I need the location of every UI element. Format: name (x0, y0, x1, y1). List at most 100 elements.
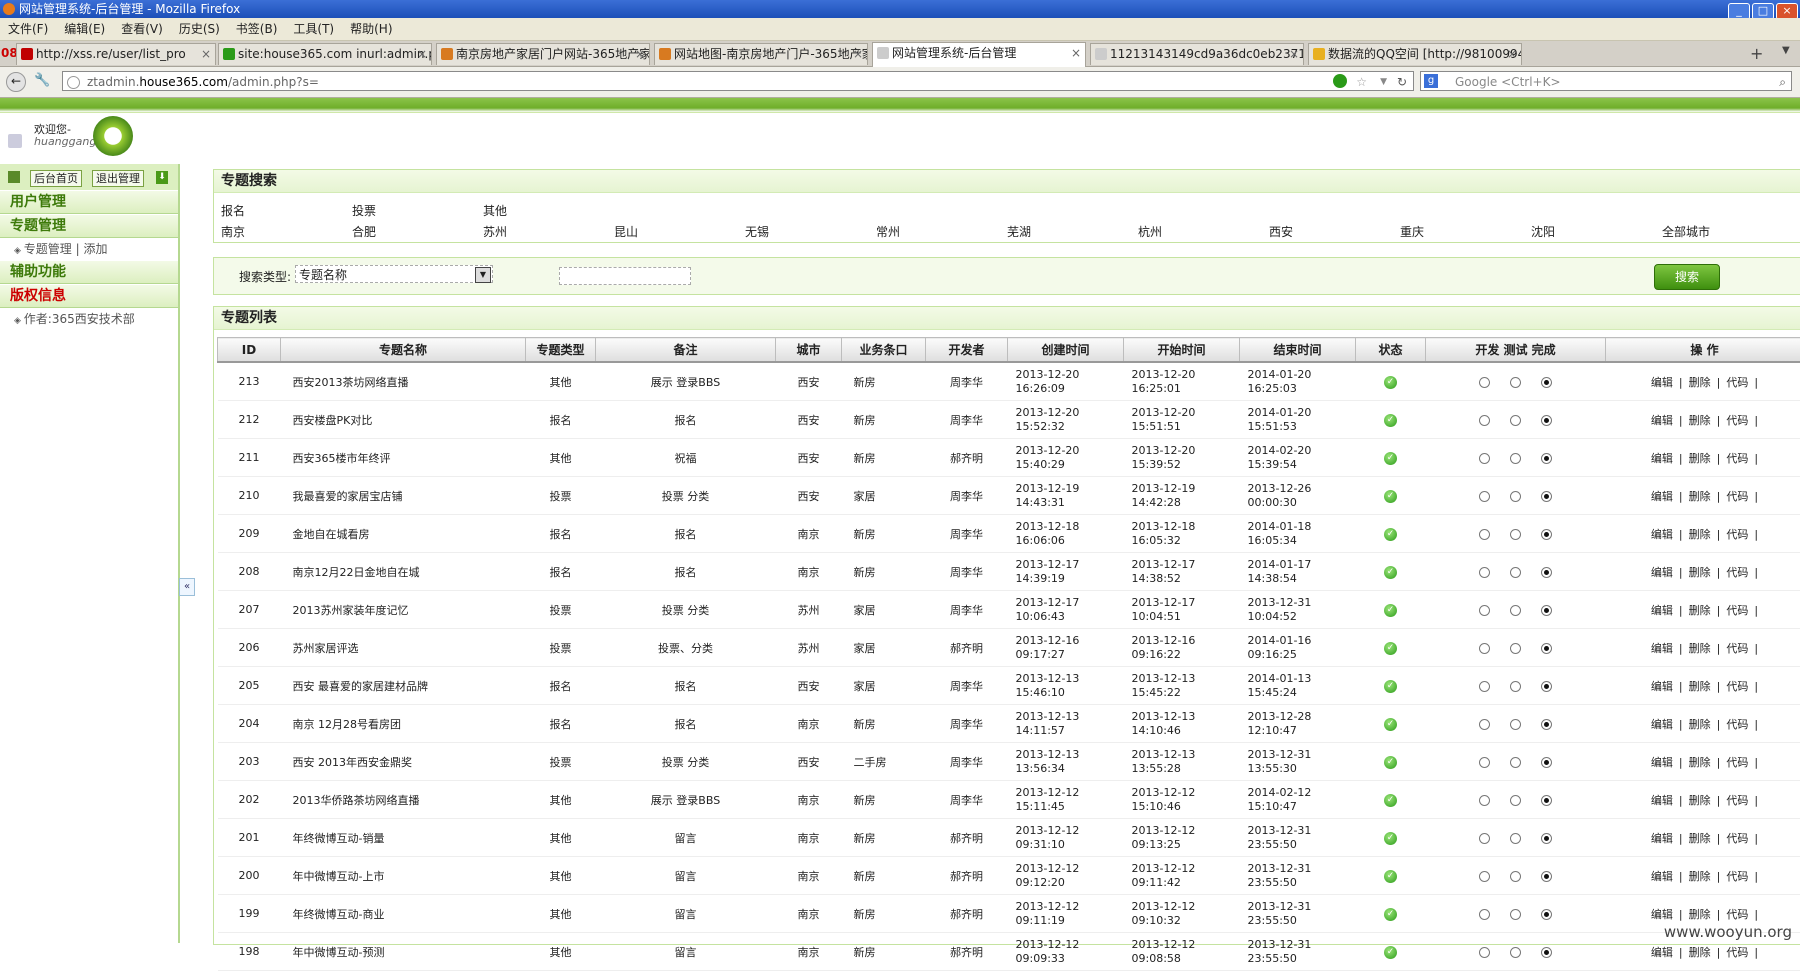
stage-dev-radio[interactable] (1479, 377, 1490, 388)
stage-done-radio[interactable] (1541, 909, 1552, 920)
search-city-link[interactable]: 沈阳 (1531, 222, 1555, 242)
sidebar-item[interactable]: ◈ 专题管理 | 添加 (0, 238, 178, 260)
search-keyword-input[interactable] (559, 267, 691, 285)
close-tab-icon[interactable]: × (417, 44, 427, 65)
search-city-link[interactable]: 西安 (1269, 222, 1293, 242)
edit-link[interactable]: 编辑 (1651, 756, 1673, 769)
delete-link[interactable]: 删除 (1689, 680, 1711, 693)
delete-link[interactable]: 删除 (1689, 794, 1711, 807)
stage-dev-radio[interactable] (1479, 567, 1490, 578)
edit-link[interactable]: 编辑 (1651, 908, 1673, 921)
code-link[interactable]: 代码 (1726, 680, 1748, 693)
stage-dev-radio[interactable] (1479, 909, 1490, 920)
new-tab-button[interactable]: + (1750, 44, 1763, 63)
dropdown-icon[interactable]: ▼ (1380, 72, 1387, 92)
stage-done-radio[interactable] (1541, 871, 1552, 882)
stage-done-radio[interactable] (1541, 643, 1552, 654)
go-icon[interactable] (1333, 74, 1347, 88)
chevron-down-icon[interactable]: ▼ (475, 267, 491, 283)
search-city-link[interactable]: 南京 (221, 222, 245, 242)
search-city-link[interactable]: 常州 (876, 222, 900, 242)
stage-test-radio[interactable] (1510, 909, 1521, 920)
delete-link[interactable]: 删除 (1689, 946, 1711, 959)
code-link[interactable]: 代码 (1726, 642, 1748, 655)
stage-test-radio[interactable] (1510, 415, 1521, 426)
search-icon[interactable]: ⌕ (1779, 72, 1786, 92)
stage-test-radio[interactable] (1510, 757, 1521, 768)
stage-dev-radio[interactable] (1479, 947, 1490, 958)
code-link[interactable]: 代码 (1726, 756, 1748, 769)
google-icon[interactable]: g (1424, 74, 1438, 88)
delete-link[interactable]: 删除 (1689, 642, 1711, 655)
stage-test-radio[interactable] (1510, 947, 1521, 958)
edit-link[interactable]: 编辑 (1651, 946, 1673, 959)
code-link[interactable]: 代码 (1726, 528, 1748, 541)
close-tab-icon[interactable]: × (853, 44, 863, 65)
sidebar-section-title[interactable]: 用户管理 (0, 190, 178, 214)
search-city-link[interactable]: 全部城市 (1662, 222, 1710, 242)
bookmark-star-icon[interactable]: ☆ (1356, 72, 1367, 92)
menu-item[interactable]: 帮助(H) (350, 22, 392, 36)
stage-test-radio[interactable] (1510, 795, 1521, 806)
delete-link[interactable]: 删除 (1689, 908, 1711, 921)
menu-item[interactable]: 历史(S) (179, 22, 220, 36)
stage-test-radio[interactable] (1510, 681, 1521, 692)
close-tab-icon[interactable]: × (635, 44, 645, 65)
tab-list-button[interactable]: ▼ (1782, 45, 1790, 56)
search-city-link[interactable]: 合肥 (352, 222, 376, 242)
stage-dev-radio[interactable] (1479, 453, 1490, 464)
stage-dev-radio[interactable] (1479, 871, 1490, 882)
reload-icon[interactable]: ↻ (1397, 72, 1407, 92)
code-link[interactable]: 代码 (1726, 718, 1748, 731)
tab[interactable]: http://xss.re/user/list_pro× (16, 43, 216, 65)
tab[interactable]: 11213143149cd9a36dc0eb237193...× (1090, 43, 1304, 65)
stage-done-radio[interactable] (1541, 453, 1552, 464)
stage-test-radio[interactable] (1510, 643, 1521, 654)
stage-dev-radio[interactable] (1479, 529, 1490, 540)
stage-test-radio[interactable] (1510, 453, 1521, 464)
stage-done-radio[interactable] (1541, 757, 1552, 768)
stage-done-radio[interactable] (1541, 795, 1552, 806)
stage-dev-radio[interactable] (1479, 719, 1490, 730)
search-city-link[interactable]: 无锡 (745, 222, 769, 242)
stage-done-radio[interactable] (1541, 491, 1552, 502)
sidebar-section-title[interactable]: 版权信息 (0, 284, 178, 308)
stage-done-radio[interactable] (1541, 605, 1552, 616)
tab[interactable]: site:house365.com inurl:admin.php...× (218, 43, 432, 65)
search-city-link[interactable]: 杭州 (1138, 222, 1162, 242)
stage-dev-radio[interactable] (1479, 415, 1490, 426)
stage-dev-radio[interactable] (1479, 795, 1490, 806)
search-city-link[interactable]: 昆山 (614, 222, 638, 242)
menu-item[interactable]: 查看(V) (121, 22, 163, 36)
delete-link[interactable]: 删除 (1689, 832, 1711, 845)
stage-test-radio[interactable] (1510, 833, 1521, 844)
stage-dev-radio[interactable] (1479, 681, 1490, 692)
edit-link[interactable]: 编辑 (1651, 870, 1673, 883)
edit-link[interactable]: 编辑 (1651, 718, 1673, 731)
stage-dev-radio[interactable] (1479, 757, 1490, 768)
delete-link[interactable]: 删除 (1689, 870, 1711, 883)
stage-dev-radio[interactable] (1479, 643, 1490, 654)
code-link[interactable]: 代码 (1726, 794, 1748, 807)
edit-link[interactable]: 编辑 (1651, 490, 1673, 503)
stage-test-radio[interactable] (1510, 491, 1521, 502)
stage-done-radio[interactable] (1541, 833, 1552, 844)
delete-link[interactable]: 删除 (1689, 756, 1711, 769)
delete-link[interactable]: 删除 (1689, 376, 1711, 389)
edit-link[interactable]: 编辑 (1651, 832, 1673, 845)
code-link[interactable]: 代码 (1726, 946, 1748, 959)
download-icon[interactable]: ⬇ (156, 171, 168, 184)
tab[interactable]: 数据流的QQ空间 [http://98100994...× (1308, 43, 1522, 65)
search-city-link[interactable]: 芜湖 (1007, 222, 1031, 242)
close-tab-icon[interactable]: × (1507, 44, 1517, 65)
code-link[interactable]: 代码 (1726, 376, 1748, 389)
delete-link[interactable]: 删除 (1689, 452, 1711, 465)
stage-test-radio[interactable] (1510, 871, 1521, 882)
search-type-link[interactable]: 报名 (221, 201, 245, 221)
stage-dev-radio[interactable] (1479, 833, 1490, 844)
delete-link[interactable]: 删除 (1689, 566, 1711, 579)
code-link[interactable]: 代码 (1726, 490, 1748, 503)
back-button[interactable]: ← (6, 72, 26, 92)
stage-dev-radio[interactable] (1479, 605, 1490, 616)
close-tab-icon[interactable]: × (201, 44, 211, 65)
